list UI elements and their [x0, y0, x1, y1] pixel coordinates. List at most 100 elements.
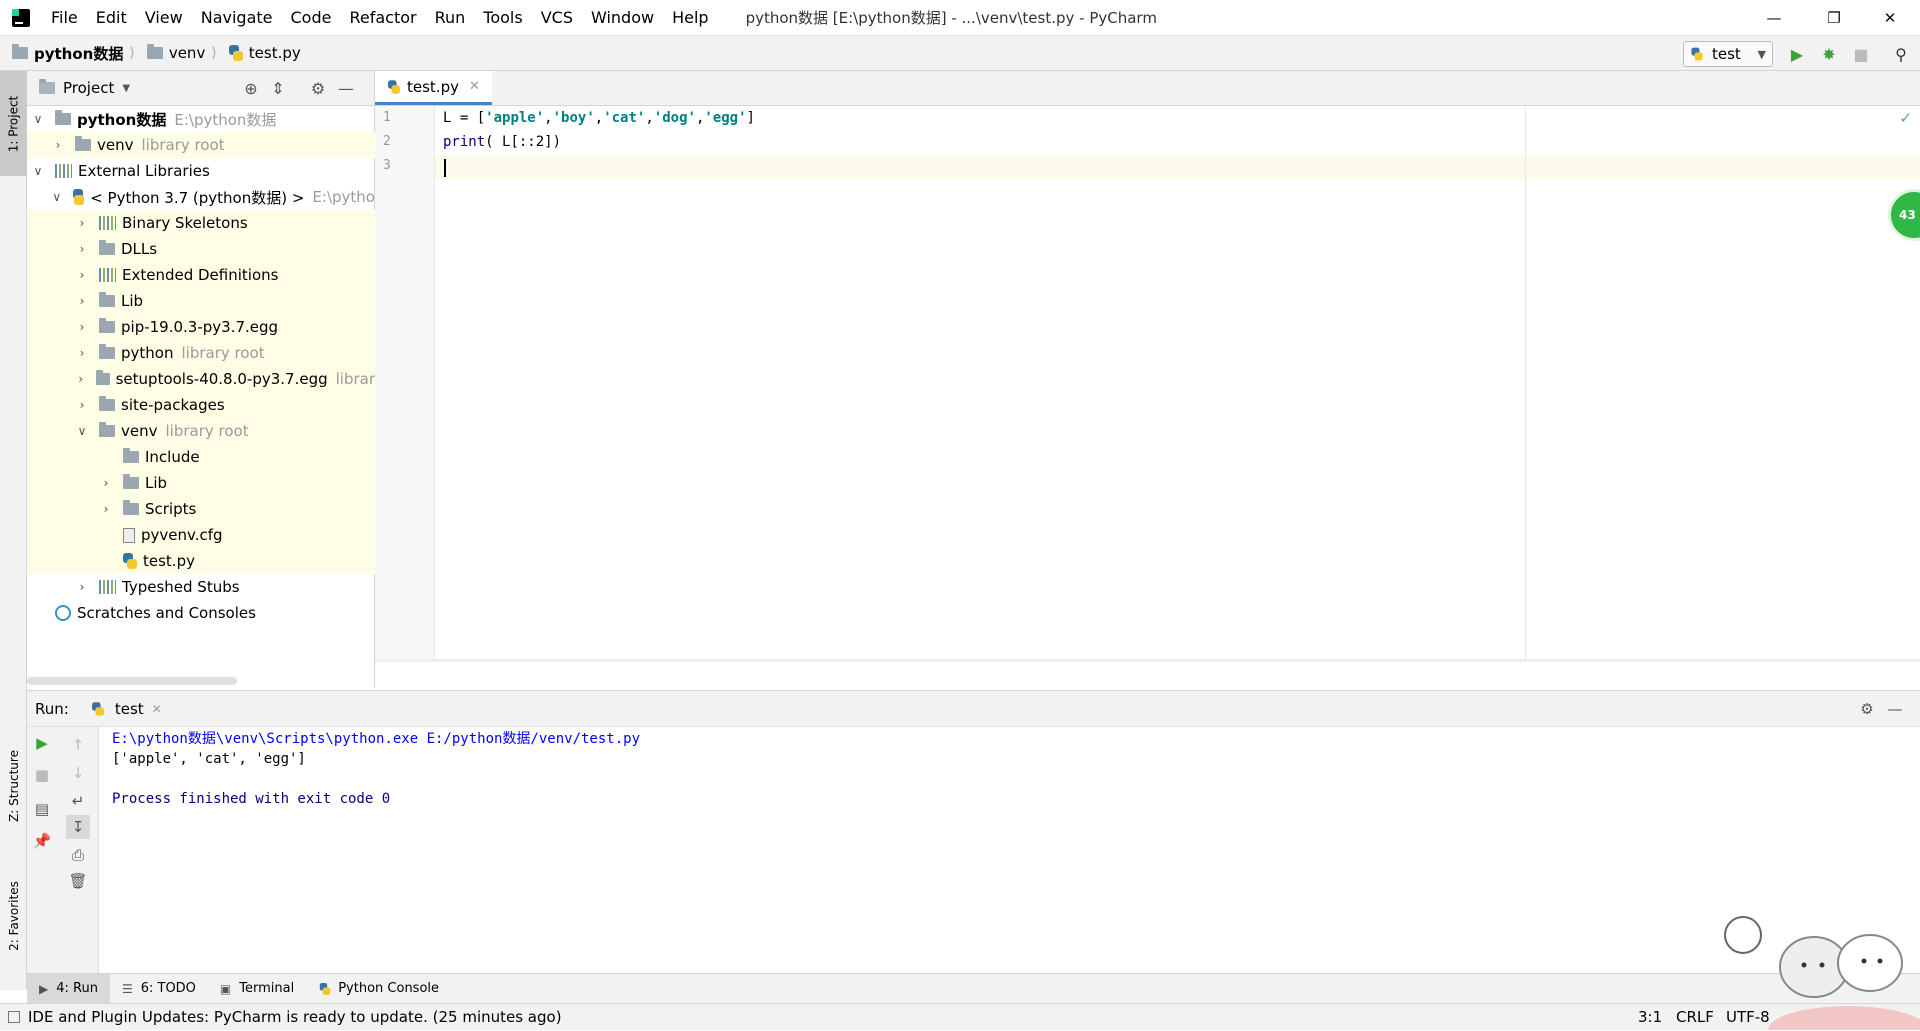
chevron-right-icon[interactable]: ›: [75, 320, 89, 334]
chevron-right-icon[interactable]: ›: [75, 268, 89, 282]
pin-icon[interactable]: 📌: [30, 829, 54, 853]
breadcrumb-project[interactable]: python数据 ⟩: [12, 43, 135, 64]
chevron-right-icon[interactable]: ›: [75, 372, 86, 386]
stop-icon[interactable]: ■: [1850, 43, 1872, 65]
run-icon[interactable]: ▶: [1786, 43, 1808, 65]
menu-edit[interactable]: Edit: [87, 0, 136, 36]
tree-item-external-libraries[interactable]: ∨ External Libraries: [27, 158, 375, 184]
restore-icon[interactable]: ❐: [1804, 0, 1864, 36]
search-icon[interactable]: ⚲: [1890, 43, 1912, 65]
editor-horizontal-scrollbar[interactable]: [375, 659, 1920, 662]
tree-item-extended-definitions[interactable]: › Extended Definitions: [27, 262, 375, 288]
scroll-to-end-icon[interactable]: ↧: [66, 815, 90, 839]
tree-item-dlls[interactable]: › DLLs: [27, 236, 375, 262]
tree-item-include[interactable]: Include: [27, 444, 375, 470]
stop-icon[interactable]: ■: [30, 763, 54, 787]
gear-icon[interactable]: ⚙: [307, 77, 329, 99]
chevron-down-icon[interactable]: ∨: [31, 112, 45, 126]
hide-panel-icon[interactable]: —: [335, 77, 357, 99]
chevron-down-icon[interactable]: ▼: [122, 83, 130, 94]
run-tab-test[interactable]: test ✕: [91, 700, 162, 718]
menu-refactor[interactable]: Refactor: [340, 0, 425, 36]
chevron-right-icon[interactable]: ›: [75, 580, 89, 594]
project-view-select[interactable]: Project: [63, 79, 114, 97]
run-configuration-select[interactable]: test ▼: [1683, 41, 1773, 67]
chevron-right-icon[interactable]: ›: [51, 138, 65, 152]
inspection-ok-icon[interactable]: ✓: [1899, 109, 1912, 127]
tree-item-lib[interactable]: › Lib: [27, 288, 375, 314]
gear-icon[interactable]: ⚙: [1855, 697, 1879, 721]
menu-code[interactable]: Code: [282, 0, 341, 36]
chevron-right-icon[interactable]: ›: [75, 216, 89, 230]
close-window-icon[interactable]: ✕: [1860, 0, 1920, 36]
chevron-right-icon[interactable]: ›: [99, 502, 113, 516]
chevron-right-icon[interactable]: ›: [75, 294, 89, 308]
tool-tab-run[interactable]: ▶ 4: Run: [27, 973, 110, 1004]
toggle-tool-windows-icon[interactable]: [8, 1011, 20, 1023]
chevron-right-icon[interactable]: ›: [99, 476, 113, 490]
tree-item-scratches[interactable]: Scratches and Consoles: [27, 600, 375, 626]
tree-item-typeshed-stubs[interactable]: › Typeshed Stubs: [27, 574, 375, 600]
tree-item-site-packages[interactable]: › site-packages: [27, 392, 375, 418]
chevron-down-icon[interactable]: ∨: [75, 424, 89, 438]
tree-item-python[interactable]: › python library root: [27, 340, 375, 366]
tree-item-binary-skeletons[interactable]: › Binary Skeletons: [27, 210, 375, 236]
menu-run[interactable]: Run: [426, 0, 475, 36]
line-separator[interactable]: CRLF: [1676, 1004, 1714, 1031]
console-exit-line: Process finished with exit code 0: [112, 791, 391, 807]
chevron-down-icon[interactable]: ∨: [31, 164, 45, 178]
tree-item-pip-egg[interactable]: › pip-19.0.3-py3.7.egg: [27, 314, 375, 340]
minimize-icon[interactable]: —: [1744, 0, 1804, 36]
menu-vcs[interactable]: VCS: [532, 0, 582, 36]
collapse-all-icon[interactable]: ⇕: [267, 77, 289, 99]
tree-item-venv-lib-folder[interactable]: › Lib: [27, 470, 375, 496]
trash-icon[interactable]: 🗑: [66, 869, 90, 893]
hide-panel-icon[interactable]: —: [1883, 697, 1907, 721]
console-output[interactable]: E:\python数据\venv\Scripts\python.exe E:/p…: [99, 727, 1920, 974]
locate-icon[interactable]: ⊕: [240, 77, 262, 99]
tool-tab-todo[interactable]: ☰ 6: TODO: [110, 974, 208, 1004]
caret-position[interactable]: 3:1: [1638, 1004, 1662, 1031]
chevron-right-icon[interactable]: ›: [75, 346, 89, 360]
python-file-icon: [123, 553, 137, 569]
code-token: ( L[::2]): [485, 134, 562, 150]
status-message[interactable]: IDE and Plugin Updates: PyCharm is ready…: [28, 1008, 562, 1026]
debug-icon[interactable]: ✸: [1818, 43, 1840, 65]
rerun-icon[interactable]: ▶: [30, 731, 54, 755]
breadcrumb-file[interactable]: test.py: [228, 44, 301, 62]
chevron-right-icon[interactable]: ›: [75, 398, 89, 412]
arrow-down-icon[interactable]: ↓: [66, 761, 90, 785]
chevron-down-icon[interactable]: ∨: [51, 190, 63, 204]
close-tab-icon[interactable]: ✕: [469, 79, 480, 94]
tree-item-python-sdk[interactable]: ∨ < Python 3.7 (python数据) > E:\pytho: [27, 184, 375, 210]
tool-tab-terminal[interactable]: ▣ Terminal: [208, 974, 306, 1004]
tree-item-venv[interactable]: › venv library root: [27, 132, 375, 158]
tab-project[interactable]: 1: Project: [0, 71, 27, 176]
arrow-up-icon[interactable]: ↑: [66, 733, 90, 757]
tree-item-project-root[interactable]: ∨ python数据 E:\python数据: [27, 106, 375, 132]
tab-favorites[interactable]: 2: Favorites: [0, 861, 27, 971]
tree-item-test-py[interactable]: test.py: [27, 548, 375, 574]
tree-item-scripts[interactable]: › Scripts: [27, 496, 375, 522]
tree-item-venv-lib[interactable]: ∨ venv library root: [27, 418, 375, 444]
menu-navigate[interactable]: Navigate: [192, 0, 282, 36]
tree-item-hint: librar: [335, 370, 375, 388]
code-text-area[interactable]: L = ['apple','boy','cat','dog','egg'] pr…: [435, 106, 1920, 662]
close-tab-icon[interactable]: ✕: [152, 702, 162, 716]
tree-item-pyvenv-cfg[interactable]: pyvenv.cfg: [27, 522, 375, 548]
soft-wrap-icon[interactable]: ↵: [66, 789, 90, 813]
menu-file[interactable]: File: [42, 0, 87, 36]
tab-structure[interactable]: Z: Structure: [0, 731, 27, 841]
tree-item-setuptools-egg[interactable]: › setuptools-40.8.0-py3.7.egg librar: [27, 366, 375, 392]
menu-view[interactable]: View: [136, 0, 192, 36]
menu-help[interactable]: Help: [663, 0, 717, 36]
tab-test-py[interactable]: test.py ✕: [375, 71, 492, 105]
menu-tools[interactable]: Tools: [474, 0, 531, 36]
chevron-right-icon[interactable]: ›: [75, 242, 89, 256]
tool-tab-python-console[interactable]: Python Console: [306, 974, 451, 1004]
layout-icon[interactable]: ▤: [30, 797, 54, 821]
horizontal-scrollbar[interactable]: [27, 677, 237, 685]
print-icon[interactable]: ⎙: [66, 843, 90, 867]
menu-window[interactable]: Window: [582, 0, 663, 36]
breadcrumb-venv[interactable]: venv ⟩: [146, 44, 217, 62]
